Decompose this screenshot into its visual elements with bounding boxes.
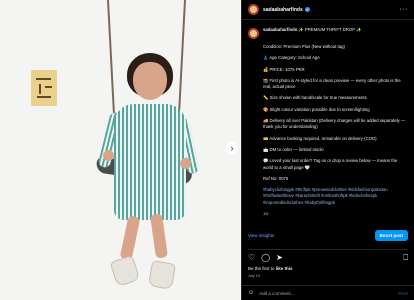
next-photo-icon[interactable]: › [226,142,238,154]
comment-input[interactable] [259,290,399,296]
child-leg [149,213,169,259]
caption-username[interactable]: sadaabaharfinds [263,27,297,32]
striped-dress [114,104,186,220]
caption-line: 💳 Advance booking required, remainder on… [263,135,377,141]
verified-badge-icon: ✓ [304,7,310,12]
caption-line: 🎨 Slight colour variation possible due t… [263,106,370,112]
hashtags[interactable]: #babyclothingpk #thriftpk #preownedcloth… [263,187,408,206]
avatar[interactable] [248,4,259,15]
post-date: July 19 [248,274,261,278]
caption-line: 📸 First photo is AI-styled for a clean p… [263,77,401,90]
heart-icon[interactable]: ♡ [248,253,255,262]
caption-line: 🚚 Delivery all over Pakistan (Delivery c… [263,118,406,130]
comment-icon[interactable]: ◯ [261,253,270,262]
boost-post-button[interactable]: Boost post [374,230,408,241]
caption-header: sadaabaharfinds ✨ PREMIUM THRIFT DROP ✨ [248,27,408,39]
post-comment-button[interactable]: Post [398,291,408,296]
insights-row: View insights Boost post [248,230,408,241]
child-face [133,62,167,100]
caption-line: 💬 Loved your last order? Tag us or drop … [263,158,398,170]
child-leg [119,215,141,261]
sneaker [109,254,141,288]
likes-prefix: Be the first to [248,266,275,271]
sneaker [147,260,177,290]
caption-avatar[interactable] [248,28,259,39]
caption-line: 📩 DM to order — limited stock! [263,146,324,152]
caption-line: 💰 PRICE: 1075 PKR [263,66,305,72]
caption-line: 👗 Age Category: School Age [263,55,320,61]
post-header: sadaabaharfinds ✓ ··· [242,0,414,20]
caption-body: Condition: Premium Plus (New without tag… [248,44,408,217]
caption-line: Condition: Premium Plus (New without tag… [263,44,345,49]
bookmark-icon[interactable]: ⎕ [403,253,408,262]
caption-title: ✨ PREMIUM THRIFT DROP ✨ [298,27,362,32]
header-username[interactable]: sadaabaharfinds [263,7,303,13]
action-bar: ♡ ◯ ➤ ⎕ [248,249,408,261]
caption-timestamp: 1w [263,211,269,217]
ref-number: Ref No: 0075 [263,175,289,181]
view-insights-link[interactable]: View insights [248,233,274,238]
child-hand [180,158,191,169]
caption-line: 📏 Size shown with hand/scale for true me… [263,95,367,101]
post-photo[interactable]: › [0,0,241,300]
caption: sadaabaharfinds ✨ PREMIUM THRIFT DROP ✨ … [242,20,414,230]
more-options-icon[interactable]: ··· [400,6,409,13]
comment-bar: ☺ Post [242,285,414,300]
child-hand [103,150,114,161]
emoji-icon[interactable]: ☺ [248,290,254,296]
like-this-link[interactable]: like this [276,266,293,271]
post-modal: › sadaabaharfinds ✓ ··· sadaabaharfinds … [0,0,414,300]
post-side-panel: sadaabaharfinds ✓ ··· sadaabaharfinds ✨ … [241,0,414,300]
likes-line: Be the first to like this [248,266,293,271]
share-icon[interactable]: ➤ [276,253,283,262]
brand-logo [31,70,57,106]
